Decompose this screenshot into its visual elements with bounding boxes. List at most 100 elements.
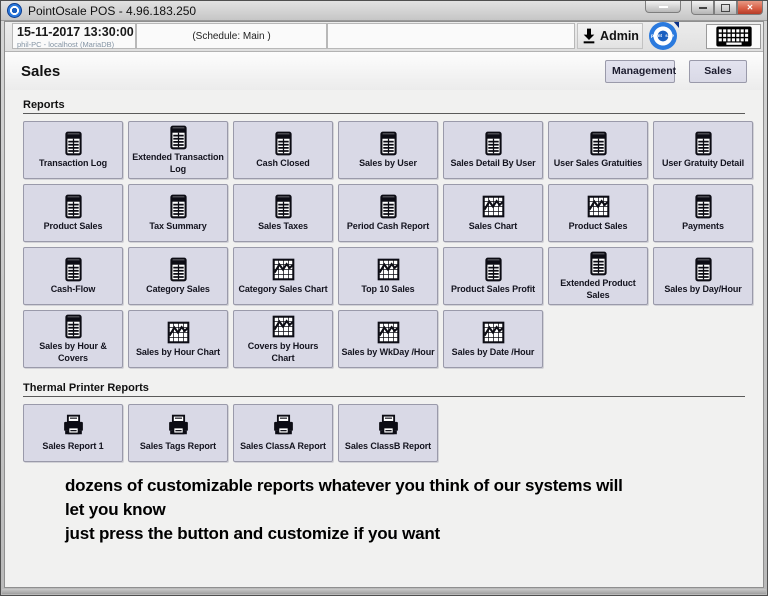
chart-icon bbox=[376, 320, 401, 345]
report-button-label: Covers by Hours Chart bbox=[236, 341, 330, 364]
admin-button[interactable]: Admin bbox=[577, 23, 643, 49]
status-bar: 15-11-2017 13:30:00 phil-PC - localhost … bbox=[5, 22, 763, 52]
report-button-sales-classb-report[interactable]: Sales ClassB Report bbox=[338, 404, 438, 462]
report-button-label: Product Sales Profit bbox=[451, 284, 535, 295]
report-button-sales-by-user[interactable]: Sales by User bbox=[338, 121, 438, 179]
report-button-sales-classa-report[interactable]: Sales ClassA Report bbox=[233, 404, 333, 462]
report-button-sales-by-day-hour[interactable]: Sales by Day/Hour bbox=[653, 247, 753, 305]
report-button-covers-by-hours-chart[interactable]: Covers by Hours Chart bbox=[233, 310, 333, 368]
schedule-panel: (Schedule: Main ) bbox=[136, 23, 327, 49]
chart-icon bbox=[481, 194, 506, 219]
report-button-payments[interactable]: Payments bbox=[653, 184, 753, 242]
minimize-button[interactable] bbox=[691, 1, 714, 15]
report-button-label: Sales by User bbox=[359, 158, 417, 169]
report-button-label: Sales by Hour Chart bbox=[136, 347, 220, 358]
management-tab-button[interactable]: Management bbox=[605, 60, 675, 83]
table-icon bbox=[586, 251, 611, 276]
table-icon bbox=[586, 131, 611, 156]
report-button-label: Tax Summary bbox=[149, 221, 206, 232]
report-button-user-gratuity-detail[interactable]: User Gratuity Detail bbox=[653, 121, 753, 179]
report-button-sales-taxes[interactable]: Sales Taxes bbox=[233, 184, 333, 242]
logo-text-left: point bbox=[651, 33, 662, 38]
report-button-label: Cash-Flow bbox=[51, 284, 96, 295]
report-button-label: Cash Closed bbox=[256, 158, 309, 169]
sales-tab-button[interactable]: Sales bbox=[689, 60, 747, 83]
table-icon bbox=[271, 194, 296, 219]
thermal-section-label: Thermal Printer Reports bbox=[23, 382, 745, 397]
window-controls: ✕ bbox=[645, 1, 763, 15]
table-icon bbox=[691, 257, 716, 282]
restore-icon bbox=[721, 4, 730, 12]
report-button-label: Product Sales bbox=[569, 221, 628, 232]
app-logo-icon bbox=[7, 3, 22, 18]
table-icon bbox=[691, 194, 716, 219]
table-icon bbox=[376, 194, 401, 219]
report-button-sales-report-1[interactable]: Sales Report 1 bbox=[23, 404, 123, 462]
extra-window-button[interactable] bbox=[645, 1, 681, 13]
table-icon bbox=[166, 194, 191, 219]
report-button-extended-transaction-log[interactable]: Extended Transaction Log bbox=[128, 121, 228, 179]
report-button-product-sales-profit[interactable]: Product Sales Profit bbox=[443, 247, 543, 305]
table-icon bbox=[481, 257, 506, 282]
chart-icon bbox=[376, 257, 401, 282]
note-line-3: just press the button and customize if y… bbox=[65, 522, 745, 546]
report-button-label: User Gratuity Detail bbox=[662, 158, 744, 169]
screenshot-root: PointOsale POS - 4.96.183.250 ✕ 15-11-20… bbox=[0, 0, 768, 596]
report-button-transaction-log[interactable]: Transaction Log bbox=[23, 121, 123, 179]
report-button-extended-product-sales[interactable]: Extended Product Sales bbox=[548, 247, 648, 305]
titlebar[interactable]: PointOsale POS - 4.96.183.250 ✕ bbox=[1, 1, 767, 21]
report-button-label: Category Sales bbox=[146, 284, 210, 295]
report-button-period-cash-report[interactable]: Period Cash Report bbox=[338, 184, 438, 242]
report-button-cash-flow[interactable]: Cash-Flow bbox=[23, 247, 123, 305]
chart-icon bbox=[481, 320, 506, 345]
printer-icon bbox=[61, 414, 86, 439]
report-button-user-sales-gratuities[interactable]: User Sales Gratuities bbox=[548, 121, 648, 179]
report-button-label: Sales by Day/Hour bbox=[664, 284, 741, 295]
table-icon bbox=[166, 257, 191, 282]
empty-panel bbox=[327, 23, 575, 49]
report-button-category-sales-chart[interactable]: Category Sales Chart bbox=[233, 247, 333, 305]
page-title: Sales bbox=[21, 63, 60, 80]
report-button-product-sales[interactable]: Product Sales bbox=[23, 184, 123, 242]
report-button-sales-by-hour-covers[interactable]: Sales by Hour & Covers bbox=[23, 310, 123, 368]
note-line-1: dozens of customizable reports whatever … bbox=[65, 474, 745, 498]
chart-icon bbox=[166, 320, 191, 345]
printer-icon bbox=[271, 414, 296, 439]
host-text: phil-PC - localhost (MariaDB) bbox=[17, 40, 131, 49]
restore-button[interactable] bbox=[714, 1, 737, 15]
report-button-label: Sales Taxes bbox=[258, 221, 308, 232]
report-button-cash-closed[interactable]: Cash Closed bbox=[233, 121, 333, 179]
report-button-top-10-sales[interactable]: Top 10 Sales bbox=[338, 247, 438, 305]
report-button-label: Sales by WkDay /Hour bbox=[341, 347, 434, 358]
minimize-icon bbox=[699, 7, 707, 9]
report-button-label: Sales by Hour & Covers bbox=[26, 341, 120, 364]
report-button-tax-summary[interactable]: Tax Summary bbox=[128, 184, 228, 242]
close-button[interactable]: ✕ bbox=[737, 1, 763, 15]
report-button-sales-detail-by-user[interactable]: Sales Detail By User bbox=[443, 121, 543, 179]
chart-icon bbox=[271, 314, 296, 339]
annotation-note: dozens of customizable reports whatever … bbox=[65, 474, 745, 546]
reports-grid: Transaction Log Extended Transaction Log C… bbox=[23, 121, 759, 368]
report-button-label: Extended Product Sales bbox=[551, 278, 645, 301]
report-button-label: Period Cash Report bbox=[347, 221, 429, 232]
reports-section-label: Reports bbox=[23, 99, 745, 114]
report-button-sales-chart[interactable]: Sales Chart bbox=[443, 184, 543, 242]
report-button-product-sales[interactable]: Product Sales bbox=[548, 184, 648, 242]
page-header: Sales Management Sales bbox=[5, 52, 763, 90]
table-icon bbox=[61, 194, 86, 219]
report-button-label: Transaction Log bbox=[39, 158, 107, 169]
table-icon bbox=[61, 131, 86, 156]
report-button-sales-by-date-hour[interactable]: Sales by Date /Hour bbox=[443, 310, 543, 368]
report-button-sales-by-hour-chart[interactable]: Sales by Hour Chart bbox=[128, 310, 228, 368]
keyboard-button[interactable] bbox=[706, 24, 761, 49]
table-icon bbox=[376, 131, 401, 156]
report-button-label: Sales Report 1 bbox=[42, 441, 103, 452]
window-title: PointOsale POS - 4.96.183.250 bbox=[28, 4, 196, 18]
report-button-category-sales[interactable]: Category Sales bbox=[128, 247, 228, 305]
table-icon bbox=[61, 314, 86, 339]
report-button-sales-tags-report[interactable]: Sales Tags Report bbox=[128, 404, 228, 462]
report-button-sales-by-wkday-hour[interactable]: Sales by WkDay /Hour bbox=[338, 310, 438, 368]
download-arrow-icon bbox=[581, 28, 597, 44]
note-line-2: let you know bbox=[65, 498, 745, 522]
table-icon bbox=[271, 131, 296, 156]
